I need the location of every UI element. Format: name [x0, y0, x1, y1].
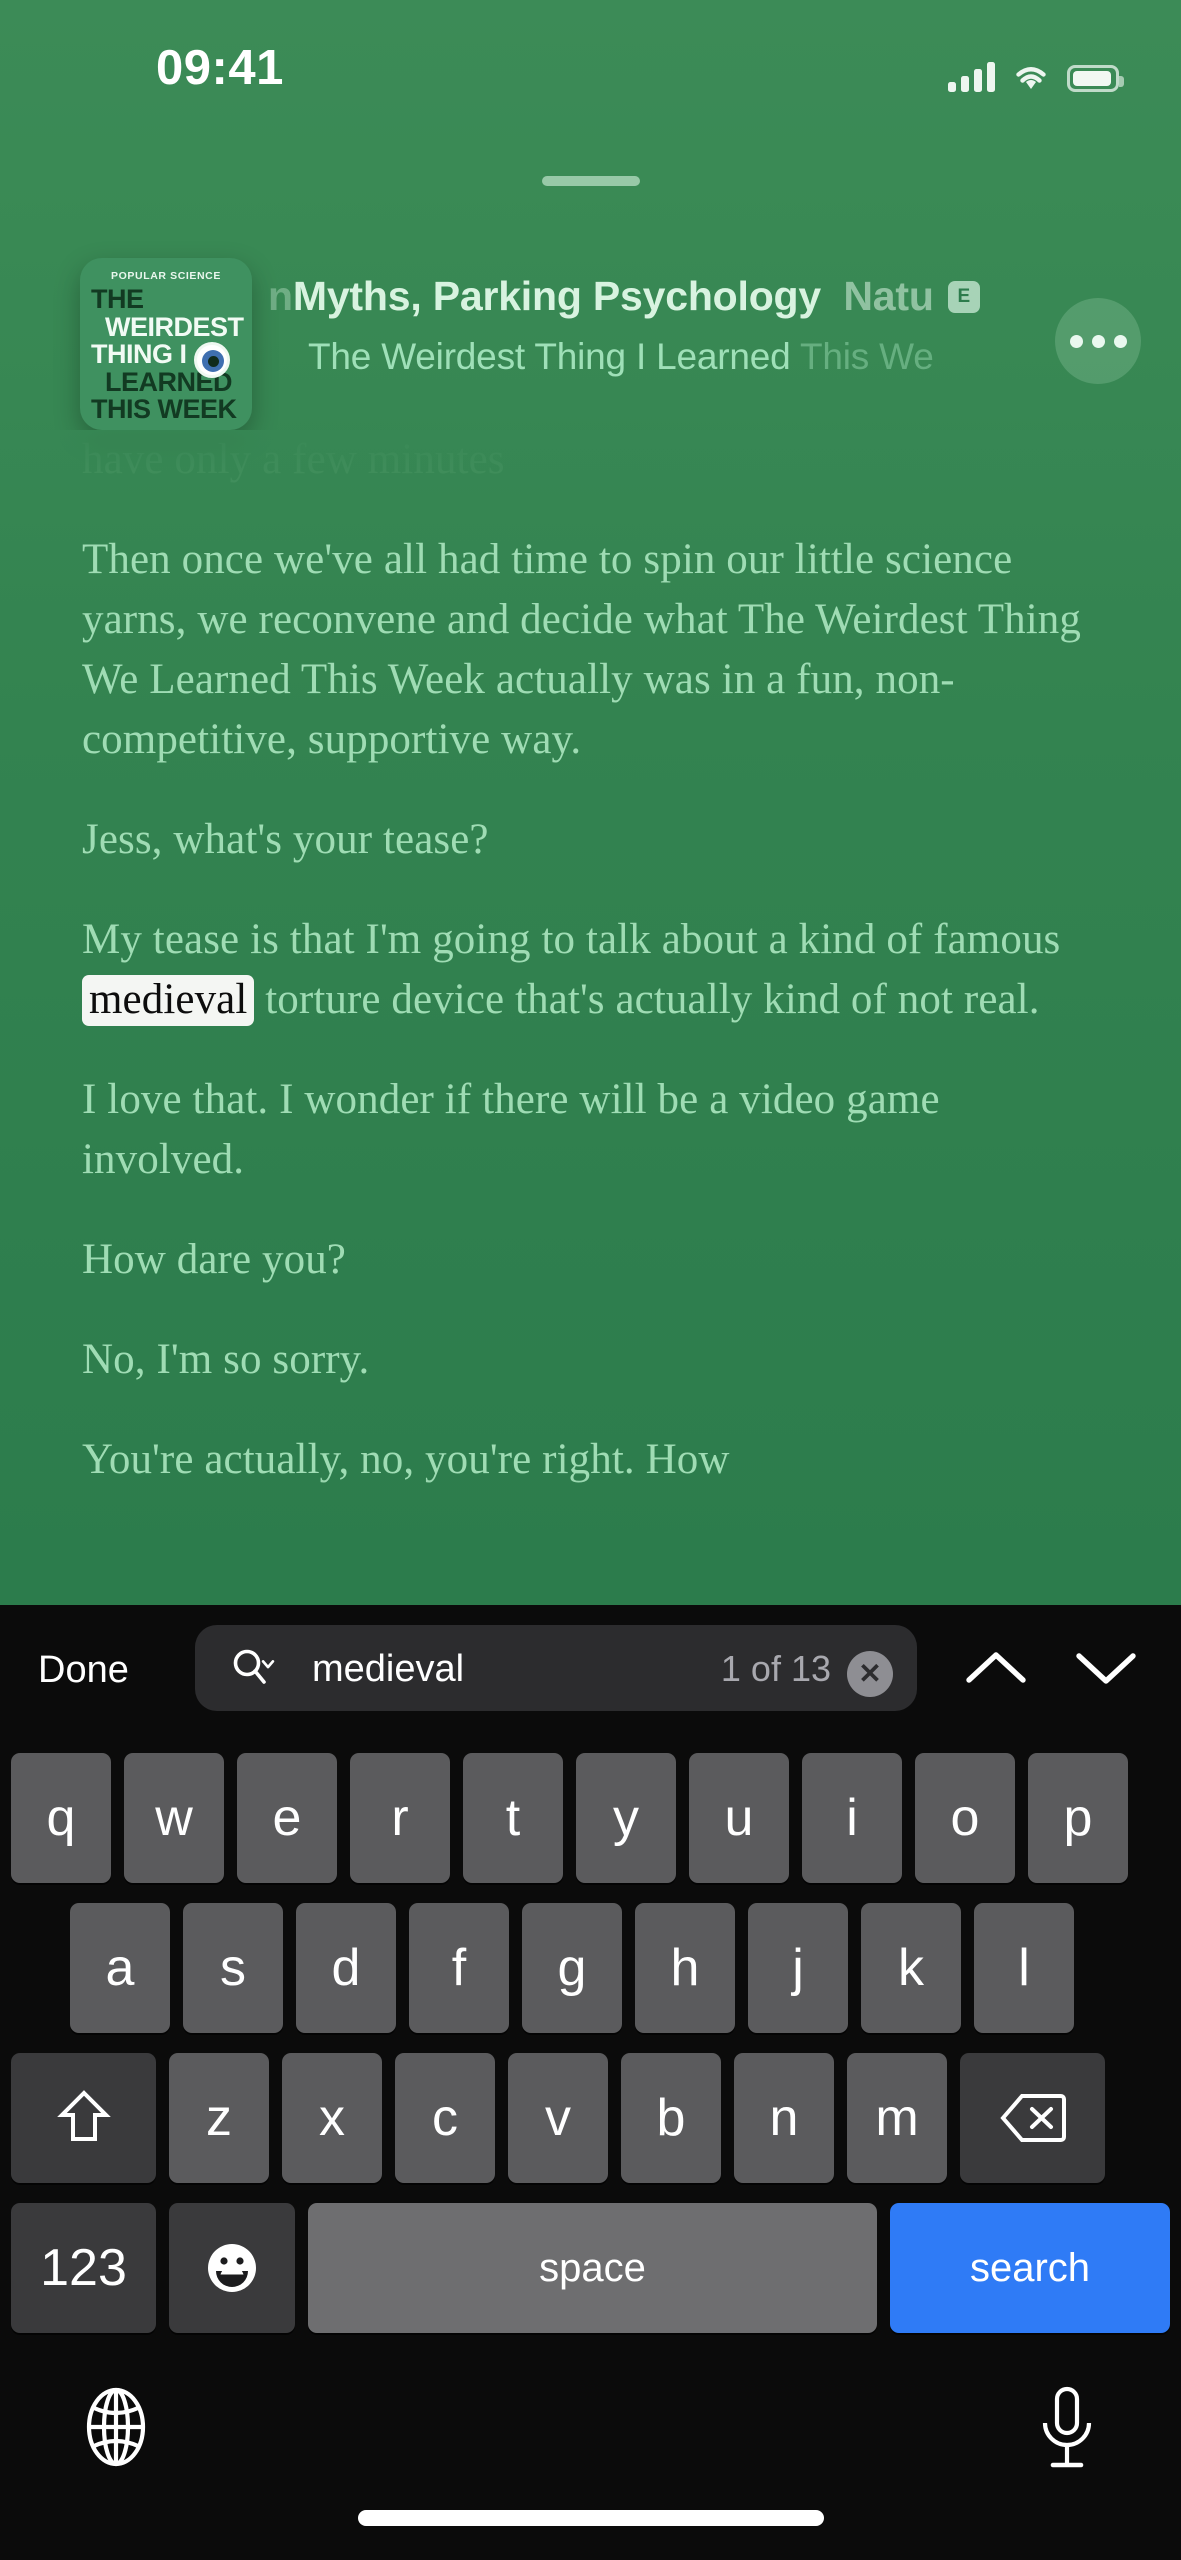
keyboard-row-3: zxcvbnm: [0, 2053, 1181, 2183]
numbers-key[interactable]: 123: [11, 2203, 156, 2333]
key-q[interactable]: q: [11, 1753, 111, 1883]
transcript-paragraph[interactable]: Jess, what's your tease?: [82, 810, 1099, 870]
chevron-up-icon: [966, 1652, 1026, 1683]
chevron-down-icon: [1076, 1653, 1136, 1684]
status-bar: 09:41: [0, 0, 1181, 110]
episode-title[interactable]: nMyths, Parking Psychology Natu E: [268, 264, 1063, 328]
shift-arrow-icon: [56, 2090, 111, 2141]
backspace-key[interactable]: [960, 2053, 1105, 2183]
key-j[interactable]: j: [748, 1903, 848, 2033]
keyboard-area: Done medieval 1 of 13 ✕ q w e r t y u i …: [0, 1605, 1181, 2560]
show-title-tail: This We: [790, 336, 934, 377]
player-titles: nMyths, Parking Psychology Natu E The Wei…: [268, 264, 1063, 424]
key-u[interactable]: u: [689, 1753, 789, 1883]
keyboard-bottom-bar: [0, 2365, 1181, 2495]
key-m[interactable]: m: [847, 2053, 947, 2183]
player-header: POPULAR SCIENCE THE WEIRDEST THING I LEA…: [0, 250, 1181, 430]
home-indicator[interactable]: [357, 2510, 824, 2526]
keyboard-row-3-letters: zxcvbnm: [169, 2053, 947, 2183]
keyboard-row-2: asdfghjkl: [0, 1903, 1181, 2033]
episode-title-main: Myths, Parking Psychology: [292, 273, 821, 319]
more-dot: [1113, 334, 1127, 348]
search-magnifier-icon[interactable]: [229, 1645, 275, 1691]
transcript-paragraph[interactable]: You're actually, no, you're right. How: [82, 1430, 1099, 1490]
emoji-smiley-icon: [208, 2244, 256, 2292]
transcript-body[interactable]: have only a few minutes Then once we've …: [0, 430, 1181, 1605]
transcript-paragraph[interactable]: How dare you?: [82, 1230, 1099, 1290]
search-return-key[interactable]: search: [890, 2203, 1170, 2333]
transcript-paragraph[interactable]: I love that. I wonder if there will be a…: [82, 1070, 1099, 1190]
space-key[interactable]: space: [308, 2203, 877, 2333]
emoji-key[interactable]: [169, 2203, 295, 2333]
wifi-icon: [1012, 62, 1050, 92]
key-o[interactable]: o: [915, 1753, 1015, 1883]
eyeball-icon: [194, 342, 230, 378]
clear-x-icon[interactable]: ✕: [847, 1651, 893, 1697]
artwork-line-1: THE: [91, 284, 144, 314]
key-x[interactable]: x: [282, 2053, 382, 2183]
key-n[interactable]: n: [734, 2053, 834, 2183]
phone-screen: 09:41 POPULAR SCIENCE THE WEIRDEST THING…: [0, 0, 1181, 2560]
key-a[interactable]: a: [70, 1903, 170, 2033]
transcript-paragraph[interactable]: No, I'm so sorry.: [82, 1330, 1099, 1390]
episode-title-tail: Natu: [843, 273, 934, 319]
search-query-text[interactable]: medieval: [312, 1646, 464, 1692]
artwork-kicker: POPULAR SCIENCE: [111, 270, 221, 282]
keyboard-row-4: 123 space search: [0, 2203, 1181, 2333]
key-k[interactable]: k: [861, 1903, 961, 2033]
podcast-player-sheet: 09:41 POPULAR SCIENCE THE WEIRDEST THING…: [0, 0, 1181, 1605]
transcript-paragraph[interactable]: Then once we've all had time to spin our…: [82, 530, 1099, 770]
key-y[interactable]: y: [576, 1753, 676, 1883]
globe-language-button[interactable]: [72, 2383, 160, 2471]
search-match-highlight[interactable]: medieval: [82, 975, 255, 1026]
battery-icon: [1067, 65, 1124, 92]
done-button[interactable]: Done: [38, 1649, 129, 1692]
find-bar: Done medieval 1 of 13 ✕: [0, 1605, 1181, 1730]
key-i[interactable]: i: [802, 1753, 902, 1883]
key-s[interactable]: s: [183, 1903, 283, 2033]
transcript-ghost-line: have only a few minutes: [82, 436, 505, 483]
key-r[interactable]: r: [350, 1753, 450, 1883]
more-options-button[interactable]: [1055, 298, 1141, 384]
microphone-icon: [1042, 2386, 1092, 2468]
key-b[interactable]: b: [621, 2053, 721, 2183]
explicit-badge: E: [947, 281, 980, 314]
status-bar-icons: [948, 52, 1124, 92]
key-w[interactable]: w: [124, 1753, 224, 1883]
backspace-delete-icon: [999, 2094, 1066, 2142]
key-v[interactable]: v: [508, 2053, 608, 2183]
key-f[interactable]: f: [409, 1903, 509, 2033]
search-input[interactable]: medieval 1 of 13 ✕: [195, 1625, 917, 1711]
show-title[interactable]: The Weirdest Thing I Learned This We: [268, 328, 1063, 386]
artwork-line-5: THIS WEEK: [91, 394, 237, 425]
sheet-grabber-handle[interactable]: [541, 176, 640, 186]
dictation-button[interactable]: [1031, 2383, 1103, 2475]
next-match-button[interactable]: [1065, 1639, 1147, 1697]
more-dot: [1091, 334, 1105, 348]
key-h[interactable]: h: [635, 1903, 735, 2033]
match-counter: 1 of 13: [720, 1648, 831, 1689]
cellular-signal-icon: [948, 62, 995, 92]
key-t[interactable]: t: [463, 1753, 563, 1883]
episode-title-lead: n: [268, 273, 293, 319]
previous-match-button[interactable]: [955, 1639, 1037, 1697]
podcast-artwork[interactable]: POPULAR SCIENCE THE WEIRDEST THING I LEA…: [80, 258, 252, 430]
key-z[interactable]: z: [169, 2053, 269, 2183]
match-after-text: torture device that's actually kind of n…: [254, 976, 1040, 1023]
key-l[interactable]: l: [974, 1903, 1074, 2033]
keyboard-row-1: qwertyuiop: [0, 1753, 1181, 1883]
globe-language-icon: [86, 2387, 146, 2467]
key-p[interactable]: p: [1028, 1753, 1128, 1883]
key-g[interactable]: g: [522, 1903, 622, 2033]
key-e[interactable]: e: [237, 1753, 337, 1883]
show-title-main: The Weirdest Thing I Learned: [308, 336, 791, 377]
shift-key[interactable]: [11, 2053, 156, 2183]
match-before-text: My tease is that I'm going to talk about…: [82, 916, 1061, 963]
key-d[interactable]: d: [296, 1903, 396, 2033]
artwork-line-2: WEIRDEST: [105, 311, 244, 342]
status-bar-clock: 09:41: [156, 41, 284, 95]
more-dot: [1069, 334, 1083, 348]
transcript-paragraph-with-match[interactable]: My tease is that I'm going to talk about…: [82, 910, 1099, 1030]
key-c[interactable]: c: [395, 2053, 495, 2183]
